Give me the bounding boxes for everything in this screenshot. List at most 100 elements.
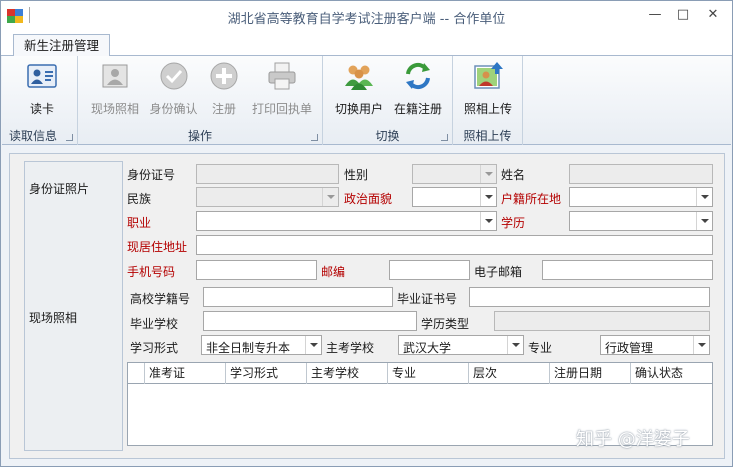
address-input[interactable] [196,235,713,255]
id-number-label: 身份证号 [127,168,176,182]
main-school-select[interactable]: 武汉大学 [398,335,524,355]
political-status-label: 政治面貌 [344,192,393,206]
tab-new-student-registration[interactable]: 新生注册管理 [13,34,111,57]
chevron-down-icon [480,165,496,183]
group-label-operations: 操作 [187,129,212,143]
education-type-field [494,311,710,331]
watermark: 知乎 @洋婆子 [576,429,690,450]
hukou-location-label: 户籍所在地 [501,192,562,206]
enrolled-register-label: 在籍注册 [393,102,442,116]
political-status-select[interactable] [412,187,497,207]
identity-confirm-button[interactable]: 身份确认 [146,60,201,120]
education-label: 学历 [501,216,526,230]
identity-confirm-label: 身份确认 [149,102,198,116]
name-label: 姓名 [501,168,526,182]
group-label-photo-upload: 照相上传 [463,129,512,143]
window-title: 湖北省高等教育自学考试注册客户端 -- 合作单位 [227,12,506,27]
mobile-label: 手机号码 [127,265,176,279]
education-type-label: 学历类型 [421,317,470,331]
row-header-cell [128,363,145,384]
college-student-no-label: 高校学籍号 [130,292,191,306]
enrolled-register-button[interactable]: 在籍注册 [390,60,446,120]
app-window: 湖北省高等教育自学考试注册客户端 -- 合作单位 — □ ✕ 新生注册管理 读卡… [0,0,733,467]
live-photo-button[interactable]: 现场照相 [86,60,144,120]
address-label: 现居住地址 [127,240,188,254]
major-label: 专业 [528,341,553,355]
ribbon-group-operations: 现场照相 身份确认 注册 打印回执单 操作 [78,56,323,145]
column-header-admission-ticket[interactable]: 准考证 [145,363,226,384]
switch-user-button[interactable]: 切换用户 [331,60,387,120]
diploma-no-input[interactable] [469,287,710,307]
ribbon-group-photo-upload: 照相上传 照相上传 [453,56,523,145]
postcode-label: 邮编 [321,265,346,279]
chevron-down-icon [696,188,712,206]
email-label: 电子邮箱 [474,265,523,279]
close-button[interactable]: ✕ [700,5,726,25]
chevron-down-icon [696,212,712,230]
title-bar: 湖北省高等教育自学考试注册客户端 -- 合作单位 — □ ✕ [1,1,732,31]
minimize-button[interactable]: — [642,5,668,25]
id-card-photo-label: 身份证照片 [29,182,90,196]
gender-label: 性别 [344,168,369,182]
column-header-confirm-status[interactable]: 确认状态 [631,363,712,384]
dialog-launcher-icon[interactable] [311,134,318,141]
maximize-button[interactable]: □ [670,5,696,25]
mobile-input[interactable] [196,260,317,280]
print-receipt-label: 打印回执单 [251,102,312,116]
ethnicity-label: 民族 [127,192,152,206]
id-card-icon [26,60,58,92]
id-number-field [196,164,339,184]
registration-panel: 身份证照片 现场照相 身份证号 性别 姓名 民族 政治面貌 户籍所在地 职业 学… [9,153,725,459]
chevron-down-icon [322,188,338,206]
users-icon [343,60,375,92]
column-header-study-mode[interactable]: 学习形式 [226,363,307,384]
study-mode-select[interactable]: 非全日制专升本 [201,335,322,355]
refresh-arrows-icon [402,60,434,92]
study-mode-label: 学习形式 [130,341,179,355]
column-header-main-school[interactable]: 主考学校 [307,363,388,384]
column-header-registration-date[interactable]: 注册日期 [550,363,631,384]
chevron-down-icon [480,188,496,206]
check-circle-icon [158,60,190,92]
live-photo-label: 现场照相 [90,102,139,116]
printer-icon [266,60,298,92]
photo-upload-icon [472,60,504,92]
email-input[interactable] [542,260,713,280]
register-button[interactable]: 注册 [203,60,245,120]
chevron-down-icon [480,212,496,230]
column-header-level[interactable]: 层次 [469,363,550,384]
read-card-label: 读卡 [29,102,54,116]
chevron-down-icon [305,336,321,354]
main-school-label: 主考学校 [326,341,375,355]
occupation-select[interactable] [196,211,497,231]
chevron-down-icon [507,336,523,354]
ribbon-tab-strip: 新生注册管理 [1,31,732,57]
photo-upload-button[interactable]: 照相上传 [460,60,516,120]
switch-user-label: 切换用户 [334,102,383,116]
photo-upload-label: 照相上传 [463,102,512,116]
graduate-school-input[interactable] [203,311,417,331]
major-select[interactable]: 行政管理 [600,335,710,355]
print-receipt-button[interactable]: 打印回执单 [248,60,316,120]
postcode-input[interactable] [389,260,470,280]
college-student-no-input[interactable] [203,287,393,307]
diploma-no-label: 毕业证书号 [397,292,458,306]
photo-camera-icon [99,60,131,92]
dialog-launcher-icon[interactable] [66,134,73,141]
live-photo-area-label: 现场照相 [29,311,78,325]
name-field [569,164,713,184]
gender-select [412,164,497,184]
education-select[interactable] [569,211,713,231]
ribbon: 读卡 读取信息 现场照相 身份确认 注册 打印回执单 操作 切换用户 在籍注册 … [2,56,731,145]
group-label-switch: 切换 [375,129,400,143]
table-header: 准考证 学习形式 主考学校 专业 层次 注册日期 确认状态 [128,363,712,384]
register-label: 注册 [211,102,236,116]
ethnicity-select [196,187,339,207]
occupation-label: 职业 [127,216,152,230]
column-header-major[interactable]: 专业 [388,363,469,384]
photo-side-panel: 身份证照片 现场照相 [24,161,123,451]
read-card-button[interactable]: 读卡 [16,60,68,120]
dialog-launcher-icon[interactable] [441,134,448,141]
chevron-down-icon [693,336,709,354]
hukou-location-select[interactable] [569,187,713,207]
